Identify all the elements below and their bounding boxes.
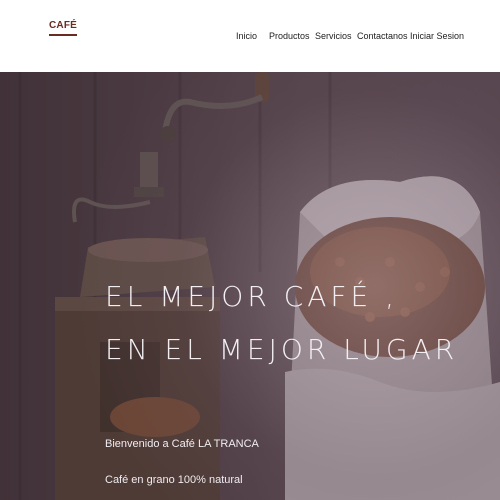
cafe-logo[interactable]: CAFÉ bbox=[49, 21, 77, 39]
hero-headline-line2: EN EL MEJOR LUGAR bbox=[105, 333, 459, 366]
hero-banner: EL MEJOR CAFÉ , EN EL MEJOR LUGAR Bienve… bbox=[0, 72, 500, 500]
site-header: CAFÉ Inicio Productos Servicios Contacta… bbox=[0, 0, 500, 72]
hero-welcome-text: Bienvenido a Café LA TRANCA bbox=[105, 438, 259, 450]
logo-text: CAFÉ bbox=[49, 20, 78, 31]
nav-contactanos[interactable]: Contactanos bbox=[357, 31, 408, 42]
nav-iniciar-sesion[interactable]: Iniciar Sesion bbox=[410, 31, 464, 42]
hero-tagline: Café en grano 100% natural bbox=[105, 474, 243, 486]
logo-underline bbox=[49, 34, 77, 36]
nav-servicios[interactable]: Servicios bbox=[315, 31, 352, 42]
nav-productos[interactable]: Productos bbox=[269, 31, 310, 42]
nav-inicio[interactable]: Inicio bbox=[236, 31, 257, 42]
hero-headline-line1: EL MEJOR CAFÉ , bbox=[105, 280, 398, 313]
